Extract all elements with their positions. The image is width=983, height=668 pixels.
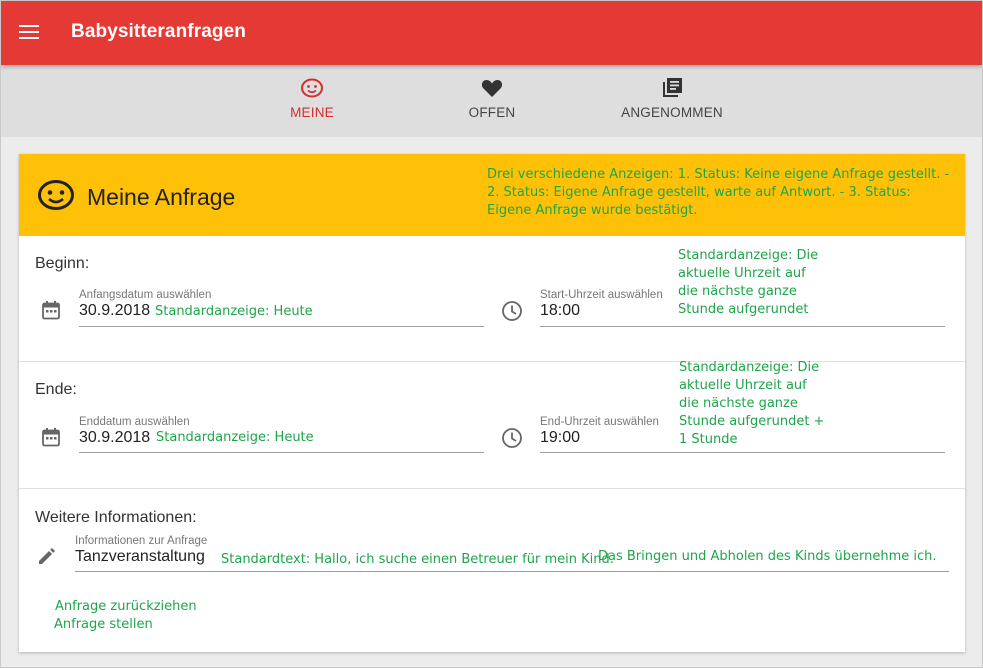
- clock-icon[interactable]: [501, 427, 523, 449]
- heart-icon: [481, 80, 503, 97]
- end-date-label: Enddatum auswählen: [79, 416, 190, 428]
- end-time-input[interactable]: 19:00: [540, 429, 580, 447]
- section-divider: [19, 488, 965, 489]
- begin-date-note: Standardanzeige: Heute: [155, 304, 313, 319]
- begin-time-input[interactable]: 18:00: [540, 302, 580, 320]
- begin-date-label: Anfangsdatum auswählen: [79, 289, 212, 301]
- tab-meine-label: MEINE: [290, 105, 334, 120]
- begin-date-input[interactable]: 30.9.2018: [79, 302, 150, 320]
- baby-face-icon: [301, 78, 323, 98]
- info-underline: [75, 571, 949, 572]
- tab-angenommen[interactable]: ANGENOMMEN: [602, 65, 742, 137]
- info-input[interactable]: Tanzveranstaltung: [75, 548, 205, 566]
- info-note-extra: Das Bringen und Abholen des Kinds überne…: [598, 549, 937, 564]
- begin-time-note: Standardanzeige: Die aktuelle Uhrzeit au…: [678, 248, 819, 317]
- pencil-icon: [39, 548, 55, 564]
- request-card: Meine Anfrage Drei verschiedene Anzeigen…: [19, 154, 965, 652]
- end-date-underline: [79, 452, 484, 453]
- info-label: Weitere Informationen:: [35, 509, 197, 526]
- calendar-icon[interactable]: [41, 427, 61, 447]
- tab-offen-label: OFFEN: [468, 105, 516, 120]
- begin-time-label: Start-Uhrzeit auswählen: [540, 289, 663, 301]
- submit-request-button[interactable]: Anfrage stellen: [54, 617, 153, 632]
- library-books-icon: [663, 78, 682, 97]
- withdraw-request-button[interactable]: Anfrage zurückziehen: [55, 599, 197, 614]
- end-label: Ende:: [35, 381, 77, 398]
- card-title: Meine Anfrage: [87, 184, 236, 210]
- app-bar: Babysitteranfragen: [1, 1, 982, 65]
- begin-date-underline: [79, 326, 484, 327]
- end-time-underline: [540, 452, 945, 453]
- app-window: Babysitteranfragen MEINE OFFEN ANGENOMME…: [0, 0, 983, 668]
- baby-face-icon: [38, 180, 74, 210]
- tab-angenommen-label: ANGENOMMEN: [621, 105, 723, 120]
- end-time-label: End-Uhrzeit auswählen: [540, 416, 659, 428]
- info-field-label: Informationen zur Anfrage: [75, 535, 208, 547]
- begin-time-underline: [540, 326, 945, 327]
- info-note-default: Standardtext: Hallo, ich suche einen Bet…: [221, 552, 614, 567]
- tab-offen[interactable]: OFFEN: [422, 65, 562, 137]
- end-date-input[interactable]: 30.9.2018: [79, 429, 150, 447]
- menu-icon[interactable]: [19, 25, 39, 41]
- tab-meine[interactable]: MEINE: [242, 65, 382, 137]
- clock-icon[interactable]: [501, 300, 523, 322]
- card-header: Meine Anfrage Drei verschiedene Anzeigen…: [19, 154, 965, 236]
- status-note: Drei verschiedene Anzeigen: 1. Status: K…: [487, 167, 950, 218]
- end-time-note: Standardanzeige: Die aktuelle Uhrzeit au…: [679, 360, 825, 447]
- end-date-note: Standardanzeige: Heute: [156, 430, 314, 445]
- calendar-icon[interactable]: [41, 300, 61, 320]
- begin-label: Beginn:: [35, 255, 90, 272]
- app-title: Babysitteranfragen: [71, 21, 246, 42]
- tab-bar: MEINE OFFEN ANGENOMMEN: [1, 65, 982, 137]
